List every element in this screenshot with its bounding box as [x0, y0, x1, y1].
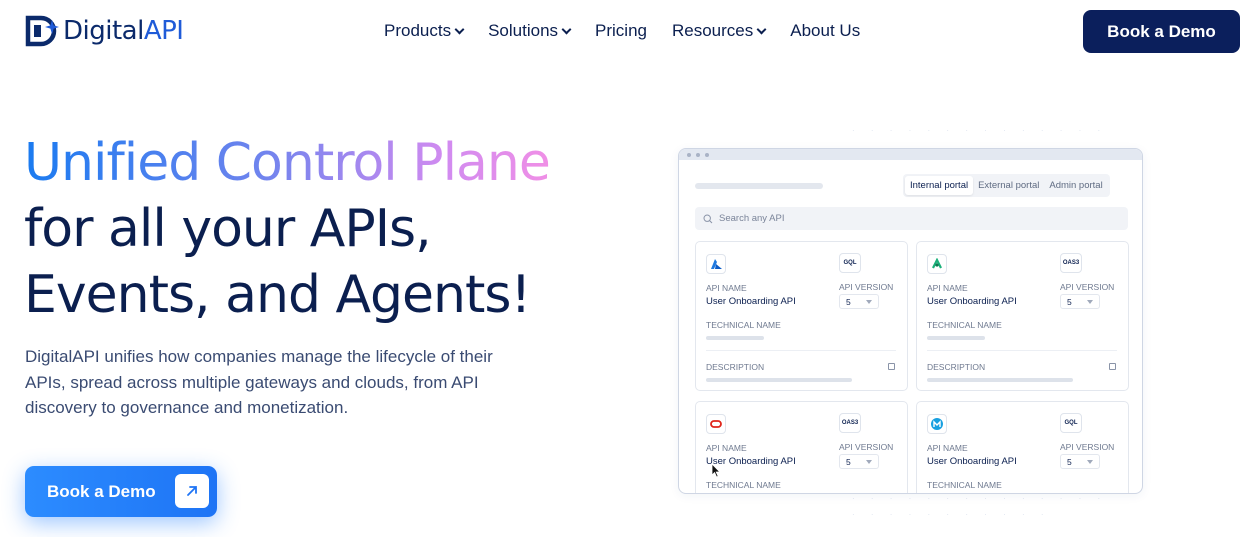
tab-internal-portal[interactable]: Internal portal: [905, 176, 974, 195]
digitalapi-logo-icon: [25, 15, 59, 47]
search-icon: [703, 213, 713, 223]
api-version-label: API VERSION: [839, 442, 894, 452]
skeleton-placeholder: [695, 183, 823, 189]
tab-external-portal[interactable]: External portal: [973, 176, 1044, 195]
chevron-down-icon: [866, 300, 872, 304]
headline-gradient-text: Unified Control Plane: [24, 133, 551, 193]
hero-headline: Unified Control Plane for all your APIs,…: [24, 130, 551, 328]
card-divider: [706, 350, 896, 351]
api-card[interactable]: OAS3 API NAME User Onboarding API API VE…: [916, 241, 1129, 391]
api-search-input[interactable]: [719, 213, 1099, 224]
top-navigation: DigitalAPI Products Solutions Pricing Re…: [0, 0, 1246, 64]
nav-item-products[interactable]: Products: [384, 21, 465, 41]
spec-badge: OAS3: [1060, 253, 1082, 273]
chevron-down-icon: [756, 24, 767, 34]
version-select[interactable]: 5: [839, 454, 879, 469]
api-name-value: User Onboarding API: [927, 456, 1017, 467]
api-card[interactable]: GQL API NAME User Onboarding API API VER…: [695, 241, 908, 391]
chevron-down-icon: [561, 24, 572, 34]
copy-icon[interactable]: [1109, 363, 1116, 370]
chevron-down-icon: [1087, 300, 1093, 304]
brand-name: DigitalAPI: [63, 16, 184, 46]
spec-badge: GQL: [1060, 413, 1082, 433]
description-label: DESCRIPTION: [706, 362, 765, 372]
product-preview-window: Internal portal External portal Admin po…: [678, 148, 1143, 494]
api-version-label: API VERSION: [839, 282, 894, 292]
api-name-label: API NAME: [927, 443, 968, 453]
tab-admin-portal[interactable]: Admin portal: [1044, 176, 1107, 195]
nav-item-resources[interactable]: Resources: [672, 21, 767, 41]
spec-badge: OAS3: [839, 413, 861, 433]
hero-cta-label: Book a Demo: [47, 481, 156, 501]
chevron-down-icon: [866, 460, 872, 464]
main-menu: Products Solutions Pricing Resources Abo…: [384, 21, 885, 41]
skeleton-placeholder: [927, 336, 985, 340]
api-search-bar[interactable]: [695, 207, 1128, 230]
portal-tabs: Internal portal External portal Admin po…: [903, 174, 1110, 197]
window-dot: [696, 152, 700, 157]
hero-subtext: DigitalAPI unifies how companies manage …: [25, 347, 493, 417]
technical-name-label: TECHNICAL NAME: [706, 480, 781, 490]
api-name-value: User Onboarding API: [927, 296, 1017, 307]
api-name-label: API NAME: [927, 283, 968, 293]
nav-item-pricing[interactable]: Pricing: [595, 21, 647, 41]
book-demo-hero-button[interactable]: Book a Demo: [25, 466, 217, 517]
api-name-label: API NAME: [706, 443, 747, 453]
api-version-label: API VERSION: [1060, 282, 1115, 292]
technical-name-label: TECHNICAL NAME: [927, 480, 1002, 490]
decorative-dots: · · · · · · · · · · · · · ·: [852, 494, 1108, 503]
decorative-dots: · · · · · · · · · · · · · ·: [852, 126, 1108, 135]
technical-name-label: TECHNICAL NAME: [706, 320, 781, 330]
skeleton-placeholder: [706, 336, 764, 340]
api-name-value: User Onboarding API: [706, 296, 796, 307]
nav-item-about-us[interactable]: About Us: [790, 21, 860, 41]
chevron-down-icon: [1087, 460, 1093, 464]
version-select[interactable]: 5: [839, 294, 879, 309]
skeleton-placeholder: [927, 378, 1073, 382]
mulesoft-icon: [927, 414, 947, 434]
api-version-label: API VERSION: [1060, 442, 1115, 452]
version-select[interactable]: 5: [1060, 454, 1100, 469]
api-name-label: API NAME: [706, 283, 747, 293]
headline-line-3: Events, and Agents!: [24, 265, 531, 325]
spec-badge: GQL: [839, 253, 861, 273]
headline-line-2: for all your APIs,: [24, 199, 432, 259]
window-dot: [705, 152, 709, 157]
api-card[interactable]: OAS3 API NAME User Onboarding API API VE…: [695, 401, 908, 493]
description-label: DESCRIPTION: [927, 362, 986, 372]
apigee-icon: [927, 254, 947, 274]
mouse-cursor-icon: [711, 463, 721, 478]
oracle-icon: [706, 414, 726, 434]
nav-item-solutions[interactable]: Solutions: [488, 21, 572, 41]
decorative-dots: · · · · · · · · · · ·: [852, 510, 1051, 519]
brand-logo[interactable]: DigitalAPI: [25, 15, 184, 47]
card-divider: [927, 350, 1117, 351]
window-titlebar: [679, 149, 1142, 160]
arrow-up-right-icon: [175, 474, 209, 508]
azure-icon: [706, 254, 726, 274]
chevron-down-icon: [454, 24, 465, 34]
version-select[interactable]: 5: [1060, 294, 1100, 309]
api-card[interactable]: GQL API NAME User Onboarding API API VER…: [916, 401, 1129, 493]
skeleton-placeholder: [706, 378, 852, 382]
window-dot: [687, 152, 691, 157]
technical-name-label: TECHNICAL NAME: [927, 320, 1002, 330]
copy-icon[interactable]: [888, 363, 895, 370]
book-demo-nav-button[interactable]: Book a Demo: [1083, 10, 1240, 53]
